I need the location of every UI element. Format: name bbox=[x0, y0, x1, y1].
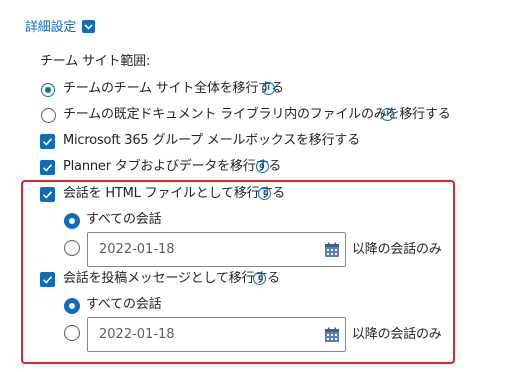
advanced-settings-title: 詳細設定 bbox=[25, 20, 77, 35]
info-icon[interactable]: i bbox=[381, 108, 394, 121]
checkbox-planner-label: Planner タブおよびデータを移行する bbox=[63, 159, 282, 174]
calendar-icon[interactable] bbox=[324, 327, 340, 343]
radio-html-date[interactable] bbox=[64, 240, 80, 256]
html-date-picker[interactable]: 2022-01-18 bbox=[87, 232, 346, 267]
info-icon[interactable]: i bbox=[262, 82, 275, 95]
checkbox-group-mailbox[interactable] bbox=[40, 134, 55, 149]
radio-post-all-conversations-label: すべての会話 bbox=[86, 297, 162, 312]
info-icon[interactable]: i bbox=[258, 187, 271, 200]
radio-post-all-conversations[interactable] bbox=[64, 298, 80, 314]
checkbox-conversations-post-label: 会話を投稿メッセージとして移行する bbox=[63, 271, 280, 286]
post-after-date-label: 以降の会話のみ bbox=[352, 327, 442, 342]
post-date-value: 2022-01-18 bbox=[99, 327, 175, 342]
info-icon[interactable]: i bbox=[256, 160, 269, 173]
calendar-icon[interactable] bbox=[324, 242, 340, 258]
post-date-picker[interactable]: 2022-01-18 bbox=[87, 317, 346, 352]
team-site-scope-label: チーム サイト範囲: bbox=[40, 54, 151, 69]
checkbox-conversations-post[interactable] bbox=[40, 272, 55, 287]
radio-entire-site-label: チームのチーム サイト全体を移行する bbox=[63, 81, 284, 96]
checkbox-conversations-html[interactable] bbox=[40, 187, 55, 202]
chevron-down-icon bbox=[82, 20, 96, 33]
checkbox-planner[interactable] bbox=[40, 160, 55, 175]
html-after-date-label: 以降の会話のみ bbox=[352, 242, 442, 257]
checkbox-conversations-html-label: 会話を HTML ファイルとして移行する bbox=[63, 186, 286, 201]
radio-entire-site[interactable] bbox=[41, 83, 55, 97]
radio-default-library[interactable] bbox=[41, 108, 56, 123]
radio-html-all-conversations[interactable] bbox=[64, 213, 80, 229]
advanced-settings-toggle[interactable]: 詳細設定 bbox=[25, 16, 96, 36]
radio-html-all-conversations-label: すべての会話 bbox=[86, 212, 162, 227]
info-icon[interactable]: i bbox=[253, 272, 266, 285]
checkbox-group-mailbox-label: Microsoft 365 グループ メールボックスを移行する bbox=[63, 133, 361, 148]
html-date-value: 2022-01-18 bbox=[99, 242, 175, 257]
radio-post-date[interactable] bbox=[64, 325, 80, 341]
